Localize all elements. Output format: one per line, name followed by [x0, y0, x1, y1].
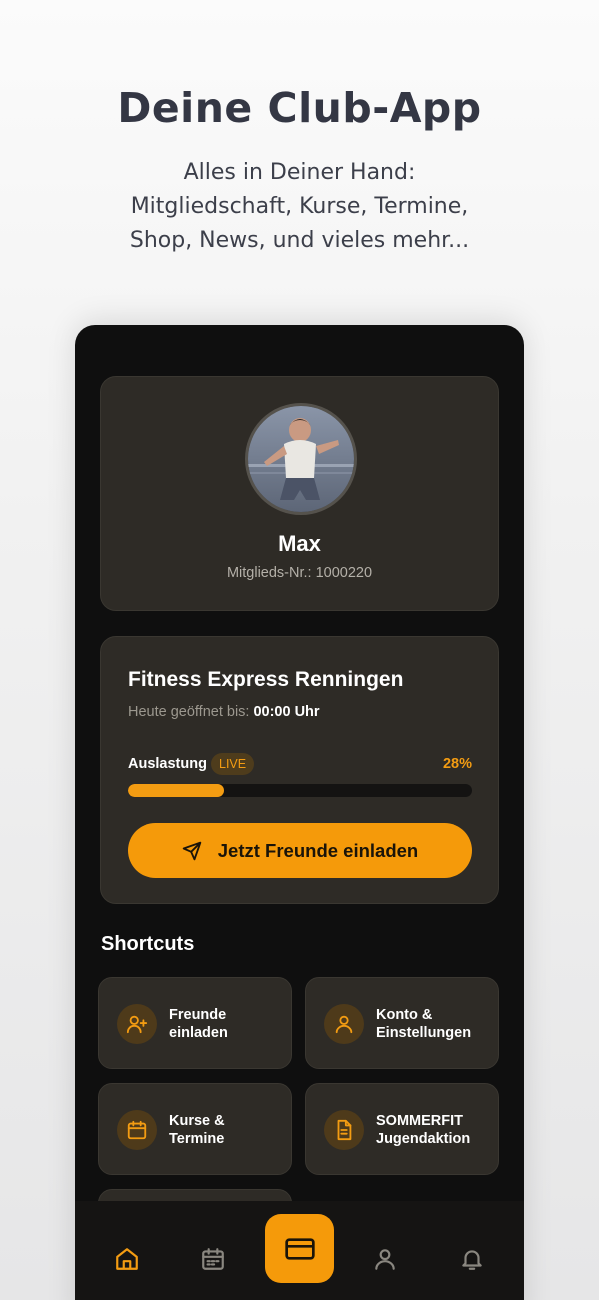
shortcut-label-line: Jugendaktion: [376, 1131, 471, 1147]
opening-hours-label: Heute geöffnet bis:: [128, 704, 250, 720]
hero-subtitle-line: Mitgliedschaft, Kurse, Termine,: [130, 194, 469, 219]
shortcut-label-line: einladen: [169, 1025, 228, 1041]
load-progress-fill: [128, 784, 225, 797]
bottom-navigation: [75, 1201, 524, 1300]
send-icon: [182, 841, 202, 860]
shortcut-label-line: SOMMERFIT: [376, 1113, 463, 1129]
shortcut-label-line: Einstellungen: [376, 1025, 472, 1041]
avatar[interactable]: [245, 403, 357, 515]
nav-notifications[interactable]: [452, 1239, 492, 1279]
shortcut-label: Freunde einladen: [169, 1006, 287, 1042]
member-number-value: 1000220: [315, 565, 373, 581]
shortcut-label: Konto & Einstellungen: [376, 1006, 494, 1042]
invite-friends-label: Jetzt Freunde einladen: [217, 839, 419, 861]
shortcut-invite-friends[interactable]: Freunde einladen: [98, 977, 292, 1069]
bell-icon: [462, 1250, 482, 1270]
load-percent: 28%: [442, 756, 472, 772]
avatar-photo: [248, 406, 354, 512]
load-progress-bar: [128, 784, 472, 797]
profile-name: Max: [278, 531, 321, 556]
phone-screen: Max Mitglieds-Nr.: 1000220 Fitness Expres…: [75, 325, 524, 1300]
studio-card: Fitness Express Renningen Heute geöffnet…: [100, 636, 499, 904]
shortcuts-title: Shortcuts: [101, 933, 195, 955]
shortcut-label-line: Termine: [169, 1131, 225, 1147]
user-plus-icon: [117, 1004, 157, 1044]
shortcut-account-settings[interactable]: Konto & Einstellungen: [305, 977, 499, 1069]
hero-title: Deine Club-App: [117, 84, 482, 132]
member-number-label: Mitglieds-Nr.:: [226, 565, 312, 581]
nav-membership-card[interactable]: [265, 1214, 334, 1283]
nav-calendar[interactable]: [193, 1239, 233, 1279]
profile-icon: [375, 1249, 395, 1270]
studio-name: Fitness Express Renningen: [128, 668, 404, 691]
shortcut-courses-dates[interactable]: Kurse & Termine: [98, 1083, 292, 1175]
user-icon: [324, 1004, 364, 1044]
hero-subtitle-line: Shop, News, und vieles mehr...: [129, 228, 470, 253]
invite-friends-button[interactable]: Jetzt Freunde einladen: [128, 823, 472, 878]
shortcut-label: SOMMERFIT Jugendaktion: [376, 1112, 494, 1148]
document-icon: [324, 1110, 364, 1150]
shortcut-label-line: Konto &: [376, 1007, 433, 1023]
hero-subtitle: Alles in Deiner Hand: Mitgliedschaft, Ku…: [0, 156, 599, 258]
shortcut-label-line: Kurse &: [169, 1113, 225, 1129]
nav-home[interactable]: [107, 1239, 147, 1279]
card-icon: [284, 1237, 315, 1260]
shortcut-sommerfit[interactable]: SOMMERFIT Jugendaktion: [305, 1083, 499, 1175]
opening-hours-time: 00:00 Uhr: [253, 704, 320, 720]
shortcut-label-line: Freunde: [169, 1007, 227, 1023]
nav-profile[interactable]: [365, 1239, 405, 1279]
profile-card: Max Mitglieds-Nr.: 1000220: [100, 376, 499, 611]
calendar-icon: [202, 1248, 224, 1270]
hero-subtitle-line: Alles in Deiner Hand:: [183, 160, 416, 185]
home-icon: [116, 1248, 138, 1270]
live-badge: LIVE: [211, 753, 255, 775]
load-label: Auslastung: [128, 756, 207, 772]
shortcut-label: Kurse & Termine: [169, 1112, 287, 1148]
member-number: Mitglieds-Nr.: 1000220: [101, 565, 498, 581]
opening-hours: Heute geöffnet bis: 00:00 Uhr: [128, 704, 320, 720]
calendar-icon: [117, 1110, 157, 1150]
